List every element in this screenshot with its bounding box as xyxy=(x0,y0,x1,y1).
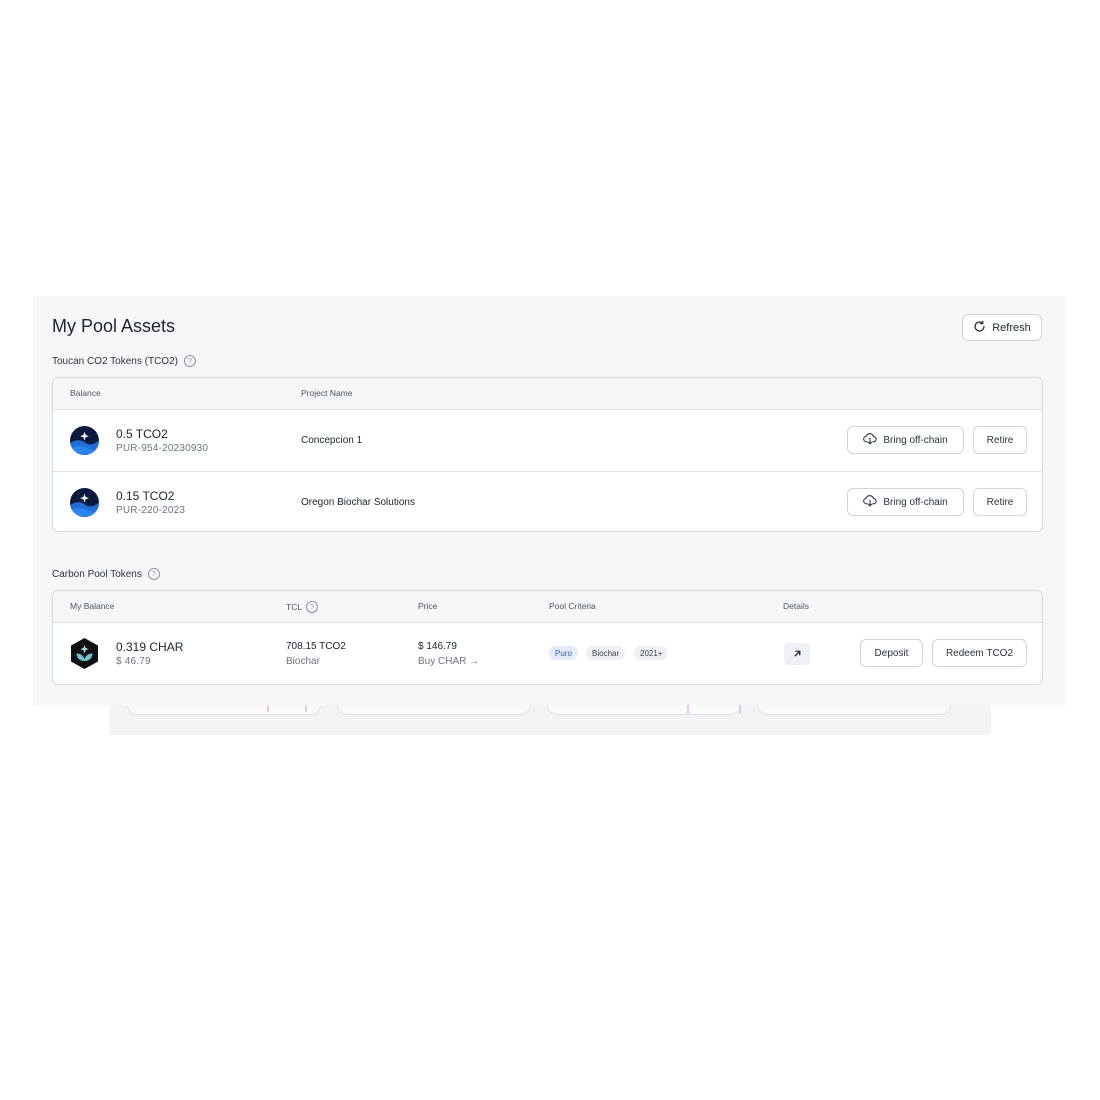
col-pool-criteria: Pool Criteria xyxy=(549,601,596,611)
col-project-name: Project Name xyxy=(301,388,353,398)
help-circle-icon[interactable]: ? xyxy=(183,355,196,367)
cloud-download-icon xyxy=(863,494,877,510)
retire-label: Retire xyxy=(986,434,1014,446)
pool-assets-panel: My Pool Assets Refresh Toucan CO2 Tokens… xyxy=(33,296,1066,705)
table-row: 0.5 TCO2 PUR-954-20230930 Concepcion 1 B… xyxy=(53,410,1042,471)
pool-section-title: Carbon Pool Tokens ? xyxy=(52,568,160,580)
tco2-section-title: Toucan CO2 Tokens (TCO2) ? xyxy=(52,355,196,367)
refresh-label: Refresh xyxy=(992,321,1031,334)
token-amount: 0.5 TCO2 xyxy=(116,427,168,441)
criteria-tag: Puro xyxy=(549,646,578,660)
table-row: 0.15 TCO2 PUR-220-2023 Oregon Biochar So… xyxy=(53,471,1042,531)
refresh-icon xyxy=(973,320,986,336)
token-id: PUR-220-2023 xyxy=(116,505,186,516)
retire-button[interactable]: Retire xyxy=(973,488,1027,516)
char-token-icon xyxy=(69,637,100,670)
refresh-button[interactable]: Refresh xyxy=(962,314,1042,341)
pool-token-usd: $ 46.79 xyxy=(116,656,151,667)
table-row: 0.319 CHAR $ 46.79 708.15 TCO2 Biochar $… xyxy=(53,623,1042,684)
col-tcl-label: TCL xyxy=(286,602,303,612)
project-name: Oregon Biochar Solutions xyxy=(301,497,415,508)
project-name: Concepcion 1 xyxy=(301,435,363,446)
deposit-label: Deposit xyxy=(874,647,909,659)
details-button[interactable] xyxy=(784,643,810,665)
pool-table-header: My Balance TCL ? Price Pool Criteria Det… xyxy=(53,591,1042,623)
help-circle-icon[interactable]: ? xyxy=(306,601,319,613)
retire-button[interactable]: Retire xyxy=(973,426,1027,454)
tco2-token-icon xyxy=(70,426,99,455)
tco2-token-icon xyxy=(70,488,99,517)
tcl-sub: Biochar xyxy=(286,656,320,667)
tcl-value: 708.15 TCO2 xyxy=(286,641,346,652)
pool-table: My Balance TCL ? Price Pool Criteria Det… xyxy=(52,590,1043,685)
bring-off-chain-button[interactable]: Bring off-chain xyxy=(847,426,964,454)
pool-section-label: Carbon Pool Tokens xyxy=(52,568,142,580)
tco2-section-label: Toucan CO2 Tokens (TCO2) xyxy=(52,355,178,367)
retire-label: Retire xyxy=(986,496,1014,508)
token-id: PUR-954-20230930 xyxy=(116,443,209,454)
buy-char-link[interactable]: Buy CHAR → xyxy=(418,656,479,667)
bring-off-chain-button[interactable]: Bring off-chain xyxy=(847,488,964,516)
redeem-tco2-label: Redeem TCO2 xyxy=(945,647,1014,659)
cloud-download-icon xyxy=(863,432,877,448)
pool-token-amount: 0.319 CHAR xyxy=(116,640,184,654)
col-balance: Balance xyxy=(70,388,101,398)
criteria-tag: Biochar xyxy=(586,646,626,660)
token-amount: 0.15 TCO2 xyxy=(116,489,175,503)
bring-off-chain-label: Bring off-chain xyxy=(883,496,948,508)
deposit-button[interactable]: Deposit xyxy=(860,639,923,667)
tco2-table: Balance Project Name 0.5 TCO2 PUR-954-20… xyxy=(52,377,1043,532)
tco2-table-header: Balance Project Name xyxy=(53,378,1042,410)
price-value: $ 146.79 xyxy=(418,641,457,652)
background-cards-strip xyxy=(109,700,991,735)
page-title: My Pool Assets xyxy=(52,316,176,336)
arrow-up-right-icon xyxy=(793,645,802,663)
col-my-balance: My Balance xyxy=(70,601,115,611)
col-price: Price xyxy=(418,601,438,611)
col-details: Details xyxy=(783,601,809,611)
help-circle-icon[interactable]: ? xyxy=(147,568,160,580)
redeem-tco2-button[interactable]: Redeem TCO2 xyxy=(932,639,1027,667)
bring-off-chain-label: Bring off-chain xyxy=(883,434,948,446)
col-tcl: TCL ? xyxy=(286,601,319,613)
criteria-tag: 2021+ xyxy=(634,646,669,660)
